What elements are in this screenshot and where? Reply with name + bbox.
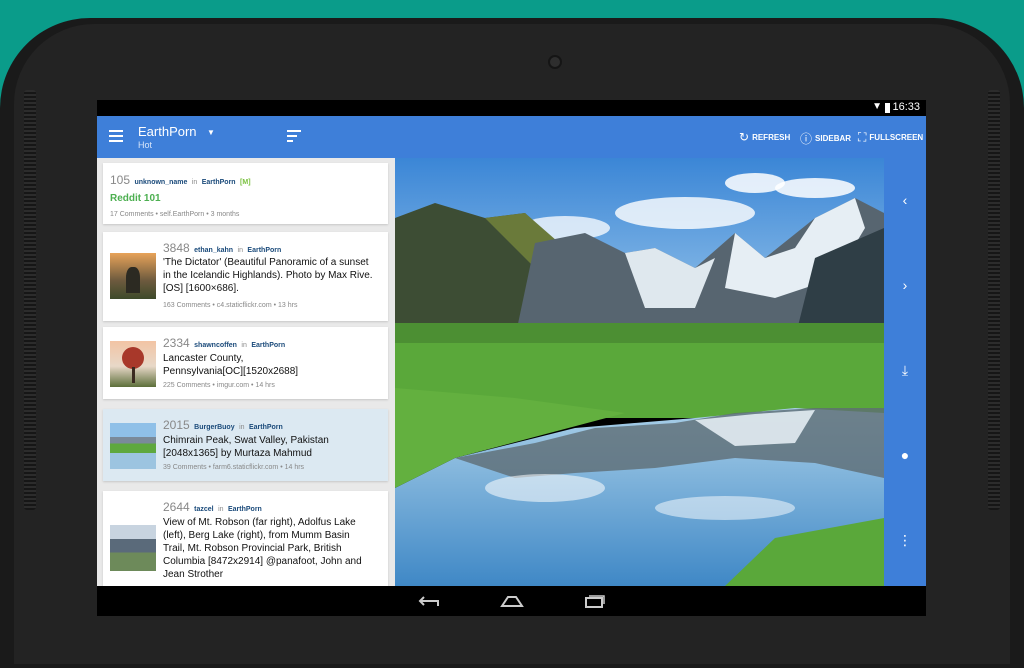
post-author[interactable]: shawncoffen [194,342,237,349]
back-icon [418,596,439,606]
post-thumbnail[interactable] [110,253,156,299]
post-meta: 39 Comments • farm6.staticflickr.com • 1… [163,464,305,471]
home-button[interactable] [500,594,524,613]
post-card[interactable]: 3848 ethan_kahn in EarthPorn 'The Dictat… [103,232,388,321]
post-title[interactable]: View of Mt. Robson (far right), Adolfus … [163,516,362,581]
post-image-viewer[interactable] [395,158,884,586]
post-score: 2015 [163,418,190,432]
post-score: 3848 [163,241,190,255]
fullscreen-icon: ⛶ [858,130,867,144]
download-button[interactable]: ⤓ [884,362,926,379]
post-subreddit[interactable]: EarthPorn [202,179,236,186]
post-list: 105 unknown_name in EarthPorn [M] Reddit… [97,158,395,586]
fullscreen-button[interactable]: ⛶ FULLSCREEN [858,130,923,145]
post-title[interactable]: Reddit 101 [110,192,161,205]
title-line: [OS] [1600×686]. [163,283,239,294]
chevron-left-icon: ‹ [902,192,908,208]
front-camera [548,55,562,69]
left-speaker-grille [24,90,36,510]
post-subreddit[interactable]: EarthPorn [247,247,281,254]
title-line: Trail, Mt. Robson Provincial Park, Briti… [163,543,342,554]
in-label: in [218,506,224,513]
post-score: 105 [110,173,131,187]
title-line: in the Icelandic Highlands). Photo by Ma… [163,270,373,281]
home-icon [500,596,524,607]
right-speaker-grille [988,90,1000,510]
post-author[interactable]: unknown_name [134,179,187,186]
in-label: in [241,342,247,349]
status-bar: ▼ 16:33 [97,100,926,116]
more-vertical-icon: ⋮ [898,532,912,548]
open-in-browser-button[interactable]: ● [884,447,926,463]
sort-mode-label: Hot [138,140,153,150]
post-card[interactable]: 2334 shawncoffen in EarthPorn Lancaster … [103,327,388,399]
post-score: 2334 [163,336,190,350]
post-card[interactable]: 105 unknown_name in EarthPorn [M] Reddit… [103,163,388,224]
post-title[interactable]: 'The Dictator' (Beautiful Panoramic of a… [163,256,373,295]
post-meta: 163 Comments • c4.staticflickr.com • 13 … [163,302,298,309]
title-line: Jean Strother [163,569,224,580]
title-line: 'The Dictator' (Beautiful Panoramic of a… [163,257,369,268]
refresh-button[interactable]: ↻ REFRESH [739,130,790,144]
title-line: Chimrain Peak, Swat Valley, Pakistan [163,435,329,446]
post-thumbnail[interactable] [110,423,156,469]
back-button[interactable] [418,594,440,613]
next-post-button[interactable]: › [884,277,926,293]
overflow-menu-button[interactable]: ⋮ [884,532,926,549]
device-screen: ▼ 16:33 EarthPorn Hot ▼ ↻ REFRESH ⓘ SIDE… [97,100,926,616]
post-title[interactable]: Lancaster County, Pennsylvania[OC][1520x… [163,352,298,378]
post-score: 2644 [163,500,190,514]
download-icon: ⤓ [901,362,909,378]
post-author[interactable]: tazcel [194,506,213,513]
subreddit-title[interactable]: EarthPorn [138,124,197,139]
in-label: in [191,179,198,186]
recent-apps-button[interactable] [583,594,605,613]
post-thumbnail[interactable] [110,341,156,387]
info-icon: ⓘ [800,132,813,146]
title-line: Pennsylvania[OC][1520x2688] [163,366,299,377]
dropdown-arrow-icon[interactable]: ▼ [207,128,215,137]
title-line: Lancaster County, [163,353,244,364]
refresh-icon: ↻ [739,130,750,144]
post-author[interactable]: ethan_kahn [194,247,233,254]
previous-post-button[interactable]: ‹ [884,192,926,208]
system-navigation-bar [97,586,926,616]
app-bar: EarthPorn Hot ▼ ↻ REFRESH ⓘ SIDEBAR ⛶ FU… [97,116,926,158]
viewer-action-rail: ‹ › ⤓ ● ⋮ [884,158,926,586]
battery-icon [885,103,890,113]
post-title[interactable]: Chimrain Peak, Swat Valley, Pakistan [20… [163,434,329,460]
in-label: in [237,247,243,254]
post-meta: 225 Comments • imgur.com • 14 hrs [163,382,275,389]
post-subreddit[interactable]: EarthPorn [249,424,283,431]
in-label: in [239,424,245,431]
title-line: Columbia [8472x2914] @panafoot, John and [163,556,362,567]
post-author[interactable]: BurgerBuoy [194,424,234,431]
title-line: [2048x1365] by Murtaza Mahmud [163,448,312,459]
sidebar-button[interactable]: ⓘ SIDEBAR [800,130,851,147]
clock: 16:33 [892,101,920,113]
title-line: View of Mt. Robson (far right), Adolfus … [163,517,356,528]
post-subreddit[interactable]: EarthPorn [228,506,262,513]
mod-flair: [M] [240,179,251,186]
post-thumbnail[interactable] [110,525,156,571]
post-card-selected[interactable]: 2015 BurgerBuoy in EarthPorn Chimrain Pe… [103,409,388,481]
landscape-photo [395,158,884,586]
post-subreddit[interactable]: EarthPorn [251,342,285,349]
title-line: (left), Berg Lake (right), from Mumm Bas… [163,530,350,541]
post-meta: 17 Comments • self.EarthPorn • 3 months [110,211,240,218]
chevron-right-icon: › [902,277,908,293]
hamburger-menu-icon[interactable] [109,130,123,145]
globe-icon: ● [900,447,910,463]
wifi-icon: ▼ [872,101,882,112]
post-card[interactable]: 2644 tazcel in EarthPorn View of Mt. Rob… [103,491,388,586]
recent-apps-icon [585,595,605,608]
sort-icon[interactable] [287,130,301,145]
